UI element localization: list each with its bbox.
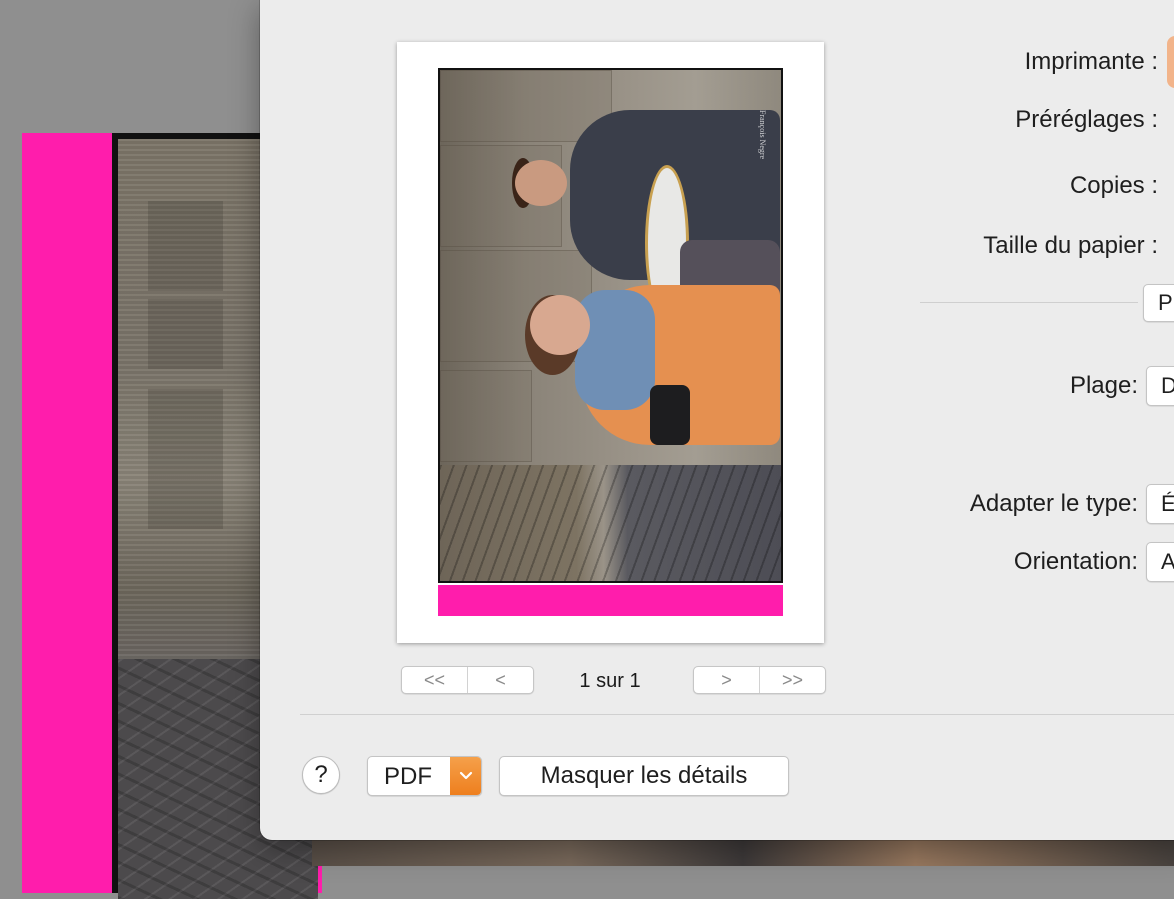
orientation-label: Orientation: <box>1013 548 1138 575</box>
orientation-popup[interactable]: A <box>1146 542 1174 582</box>
page-counter: 1 sur 1 <box>579 670 641 692</box>
preview-denim-jacket <box>575 290 655 410</box>
footer-divider <box>300 714 1174 715</box>
hide-details-button[interactable]: Masquer les détails <box>499 756 789 796</box>
preview-camera <box>650 385 690 445</box>
range-popup[interactable]: D <box>1146 366 1174 406</box>
fit-type-label: Adapter le type: <box>969 490 1138 517</box>
print-dialog: François Negre << < 1 sur 1 > >> Imprima… <box>260 0 1174 840</box>
next-page-button[interactable]: > <box>694 667 759 693</box>
presets-label: Préréglages : <box>1015 106 1158 133</box>
print-preview-page: François Negre <box>397 42 824 643</box>
range-label: Plage: <box>1069 372 1138 399</box>
page-nav-left: << < <box>401 666 534 694</box>
paper-size-label: Taille du papier : <box>983 232 1158 259</box>
preview-ground <box>440 465 781 581</box>
copies-label: Copies : <box>1069 172 1158 199</box>
preview-head <box>515 160 567 206</box>
preview-stone <box>440 370 532 462</box>
preview-watermark: François Negre <box>758 110 767 160</box>
pdf-label: PDF <box>384 763 432 790</box>
preview-pink-band <box>438 585 783 616</box>
previous-page-button[interactable]: < <box>467 667 533 693</box>
document-photo-bottom <box>312 840 1174 866</box>
fit-type-popup[interactable]: É <box>1146 484 1174 524</box>
help-button[interactable]: ? <box>302 756 340 794</box>
print-preview-image: François Negre <box>438 68 783 583</box>
page-nav-right: > >> <box>693 666 826 694</box>
photo-stone-block <box>148 201 223 291</box>
chevron-down-icon <box>450 757 481 795</box>
printer-popup[interactable] <box>1167 36 1174 88</box>
preview-head <box>530 295 590 355</box>
photo-stone-block <box>148 389 223 529</box>
printer-label: Imprimante : <box>1024 48 1158 75</box>
last-page-button[interactable]: >> <box>759 667 825 693</box>
section-popup[interactable]: P <box>1143 284 1174 322</box>
photo-stone-block <box>148 299 223 369</box>
pdf-menu-button[interactable]: PDF <box>367 756 482 796</box>
section-separator <box>920 302 1138 303</box>
first-page-button[interactable]: << <box>402 667 467 693</box>
